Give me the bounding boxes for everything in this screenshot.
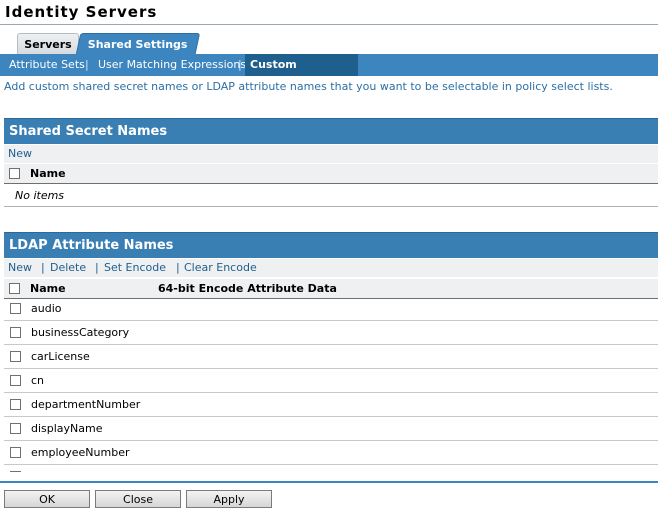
subnav-separator: | (85, 58, 89, 71)
subnav-separator: | (238, 58, 242, 71)
shared-secret-new-link[interactable]: New (8, 145, 32, 163)
table-row (4, 465, 658, 472)
row-checkbox[interactable] (10, 303, 21, 314)
table-row: businessCategory (4, 321, 658, 345)
table-row: displayName (4, 417, 658, 441)
footer-divider (0, 481, 658, 483)
page-description: Add custom shared secret names or LDAP a… (4, 80, 613, 93)
table-row: employeeNumber (4, 441, 658, 465)
apply-button[interactable]: Apply (186, 490, 272, 508)
table-row: cn (4, 369, 658, 393)
ldap-encode-column[interactable]: 64-bit Encode Attribute Data (158, 279, 337, 299)
ldap-attribute-list[interactable]: audio businessCategory carLicense cn dep… (0, 300, 658, 472)
attribute-name: businessCategory (31, 326, 130, 339)
row-checkbox[interactable] (10, 399, 21, 410)
tab-shared-settings[interactable]: Shared Settings (75, 33, 201, 54)
subnav-custom-attributes[interactable]: Custom Attributes (245, 54, 358, 93)
ldap-toolbar-separator: | (41, 261, 45, 274)
ldap-clear-encode-link[interactable]: Clear Encode (184, 259, 257, 277)
row-checkbox[interactable] (10, 351, 21, 362)
ldap-set-encode-link[interactable]: Set Encode (104, 259, 166, 277)
close-button[interactable]: Close (95, 490, 181, 508)
shared-secret-select-all-checkbox[interactable] (9, 168, 20, 179)
ldap-name-column[interactable]: Name (30, 279, 66, 299)
tab-shared-settings-label: Shared Settings (87, 38, 188, 51)
attribute-name: employeeNumber (31, 446, 130, 459)
shared-secret-section-header: Shared Secret Names (4, 118, 658, 144)
shared-secret-toolbar: New (4, 145, 658, 163)
ldap-new-link[interactable]: New (8, 259, 32, 277)
subnav-attribute-sets[interactable]: Attribute Sets (4, 54, 90, 76)
ldap-column-header: Name 64-bit Encode Attribute Data (4, 279, 658, 299)
attribute-name: cn (31, 374, 45, 387)
ldap-toolbar-separator: | (176, 261, 180, 274)
table-row: departmentNumber (4, 393, 658, 417)
table-row: audio (4, 300, 658, 321)
page: Identity Servers Servers Shared Settings… (0, 0, 658, 511)
attribute-name: displayName (31, 422, 103, 435)
ldap-toolbar-separator: | (95, 261, 99, 274)
attribute-name: departmentNumber (31, 398, 141, 411)
ok-button[interactable]: OK (4, 490, 90, 508)
row-checkbox[interactable] (10, 471, 21, 472)
shared-secret-name-column[interactable]: Name (30, 164, 66, 184)
shared-secret-empty-text: No items (4, 185, 658, 207)
row-checkbox[interactable] (10, 327, 21, 338)
shared-secret-column-header: Name (4, 164, 658, 184)
ldap-delete-link[interactable]: Delete (50, 259, 86, 277)
subnav-bar: Attribute Sets | User Matching Expressio… (0, 54, 658, 93)
row-checkbox[interactable] (10, 447, 21, 458)
ldap-toolbar: New | Delete | Set Encode | Clear Encode (4, 259, 658, 277)
row-checkbox[interactable] (10, 423, 21, 434)
ldap-select-all-checkbox[interactable] (9, 283, 20, 294)
row-checkbox[interactable] (10, 375, 21, 386)
title-divider (0, 24, 658, 25)
attribute-name: audio (31, 302, 62, 315)
subnav-user-matching-expressions[interactable]: User Matching Expressions (93, 54, 251, 76)
table-row: carLicense (4, 345, 658, 369)
tab-servers[interactable]: Servers (17, 33, 79, 54)
page-title: Identity Servers (5, 3, 158, 21)
ldap-section-header: LDAP Attribute Names (4, 232, 658, 258)
attribute-name: carLicense (31, 350, 90, 363)
